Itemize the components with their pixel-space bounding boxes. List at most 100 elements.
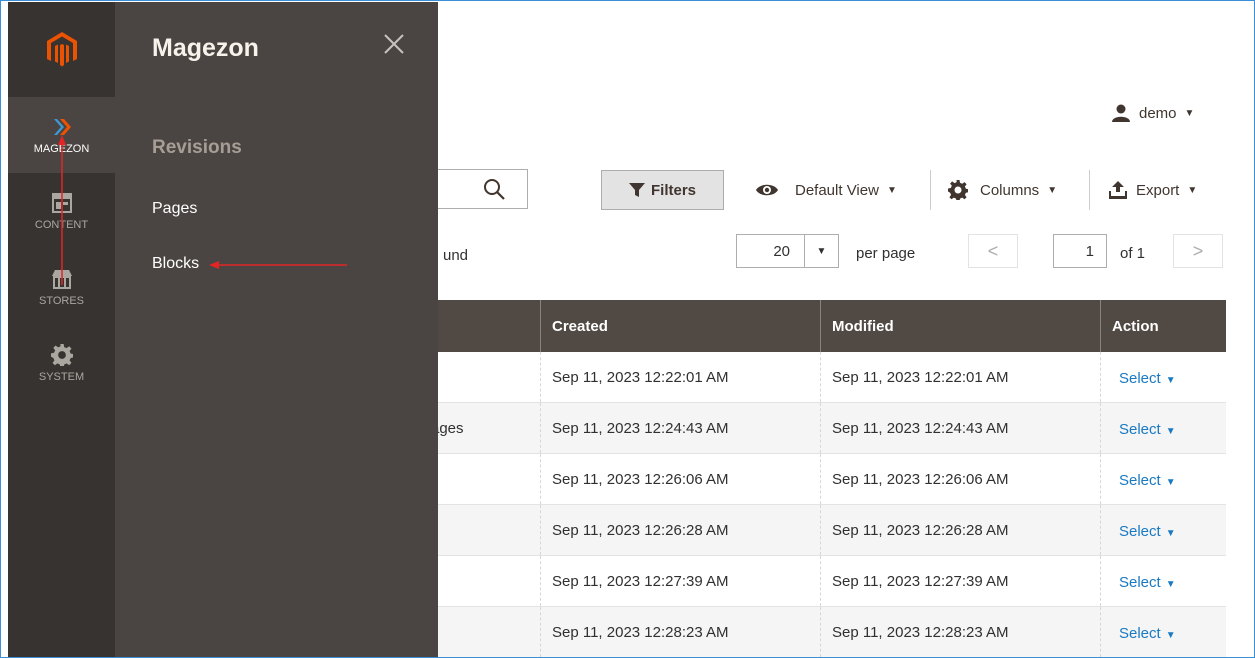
modified-cell: Sep 11, 2023 12:24:43 AM bbox=[821, 403, 1101, 453]
columns-label: Columns bbox=[980, 181, 1040, 199]
modified-cell: Sep 11, 2023 12:27:39 AM bbox=[821, 556, 1101, 606]
submenu-link-pages[interactable]: Pages bbox=[152, 200, 197, 218]
nav-item-label: MAGEZON bbox=[33, 142, 90, 155]
select-label: Select bbox=[1119, 574, 1161, 591]
stores-icon bbox=[51, 269, 72, 289]
filters-button[interactable]: Filters bbox=[601, 170, 724, 210]
table-cell bbox=[431, 505, 541, 555]
next-page-button[interactable]: > bbox=[1173, 234, 1223, 268]
chevron-down-icon[interactable]: ▼ bbox=[805, 235, 838, 267]
previous-page-button[interactable]: < bbox=[968, 234, 1018, 268]
select-action-link[interactable]: Select ▼ bbox=[1119, 523, 1176, 540]
table-cell bbox=[431, 352, 541, 402]
chevron-down-icon: ▼ bbox=[1165, 375, 1176, 386]
table-cell bbox=[431, 556, 541, 606]
select-label: Select bbox=[1119, 370, 1161, 387]
table-cell: ages bbox=[431, 403, 541, 453]
nav-item-magezon[interactable]: MAGEZON bbox=[8, 97, 115, 173]
select-action-link[interactable]: Select ▼ bbox=[1119, 472, 1176, 489]
modified-cell: Sep 11, 2023 12:26:06 AM bbox=[821, 454, 1101, 504]
created-cell: Sep 11, 2023 12:22:01 AM bbox=[541, 352, 821, 402]
table-row: Sep 11, 2023 12:28:23 AM Sep 11, 2023 12… bbox=[431, 607, 1226, 657]
search-input[interactable] bbox=[426, 169, 528, 209]
close-icon[interactable] bbox=[382, 32, 406, 56]
chevron-down-icon: ▼ bbox=[1165, 528, 1176, 539]
toolbar-divider bbox=[1089, 170, 1090, 210]
chevron-down-icon: ▼ bbox=[1165, 477, 1176, 488]
modified-cell: Sep 11, 2023 12:26:28 AM bbox=[821, 505, 1101, 555]
action-cell: Select ▼ bbox=[1101, 607, 1226, 657]
select-label: Select bbox=[1119, 472, 1161, 489]
select-action-link[interactable]: Select ▼ bbox=[1119, 421, 1176, 438]
filters-label: Filters bbox=[650, 181, 696, 199]
action-cell: Select ▼ bbox=[1101, 352, 1226, 402]
submenu-section-revisions: Revisions bbox=[152, 137, 242, 158]
nav-item-stores[interactable]: STORES bbox=[8, 249, 115, 325]
eye-icon bbox=[756, 184, 778, 196]
action-cell: Select ▼ bbox=[1101, 505, 1226, 555]
chevron-down-icon: ▼ bbox=[1165, 579, 1176, 590]
submenu-link-blocks[interactable]: Blocks bbox=[152, 255, 199, 273]
column-header[interactable] bbox=[431, 300, 541, 352]
chevron-right-icon: > bbox=[1192, 240, 1204, 261]
created-cell: Sep 11, 2023 12:24:43 AM bbox=[541, 403, 821, 453]
chevron-down-icon: ▼ bbox=[886, 184, 897, 196]
table-row: Sep 11, 2023 12:22:01 AM Sep 11, 2023 12… bbox=[431, 352, 1226, 403]
export-dropdown[interactable]: Export ▼ bbox=[1108, 170, 1197, 210]
created-cell: Sep 11, 2023 12:27:39 AM bbox=[541, 556, 821, 606]
column-header-created[interactable]: Created bbox=[541, 300, 821, 352]
chevron-down-icon: ▼ bbox=[1187, 184, 1198, 196]
columns-dropdown[interactable]: Columns ▼ bbox=[948, 170, 1057, 210]
action-cell: Select ▼ bbox=[1101, 556, 1226, 606]
action-cell: Select ▼ bbox=[1101, 403, 1226, 453]
gear-icon bbox=[948, 180, 968, 200]
select-action-link[interactable]: Select ▼ bbox=[1119, 574, 1176, 591]
funnel-icon bbox=[628, 183, 645, 197]
per-page-label: per page bbox=[856, 245, 916, 262]
gear-icon bbox=[50, 343, 73, 366]
select-label: Select bbox=[1119, 421, 1161, 438]
table-row: Sep 11, 2023 12:26:06 AM Sep 11, 2023 12… bbox=[431, 454, 1226, 505]
created-cell: Sep 11, 2023 12:26:06 AM bbox=[541, 454, 821, 504]
default-view-dropdown[interactable]: Default View ▼ bbox=[755, 170, 897, 210]
search-icon[interactable] bbox=[483, 178, 505, 200]
select-action-link[interactable]: Select ▼ bbox=[1119, 370, 1176, 387]
nav-item-content[interactable]: CONTENT bbox=[8, 173, 115, 249]
magezon-submenu: Magezon Revisions Pages Blocks bbox=[115, 2, 438, 657]
export-icon bbox=[1109, 181, 1127, 199]
chevron-down-icon: ▼ bbox=[1047, 184, 1058, 196]
content-icon bbox=[51, 192, 72, 213]
table-cell bbox=[431, 607, 541, 657]
modified-cell: Sep 11, 2023 12:22:01 AM bbox=[821, 352, 1101, 402]
submenu-title: Magezon bbox=[152, 34, 259, 62]
user-icon bbox=[1112, 104, 1130, 122]
admin-sidebar: MAGEZON CONTENT STORES SYSTEM bbox=[8, 2, 115, 657]
select-label: Select bbox=[1119, 625, 1161, 642]
per-page-select[interactable]: 20 ▼ bbox=[736, 234, 839, 268]
per-page-value: 20 bbox=[737, 235, 805, 267]
current-page-input[interactable]: 1 bbox=[1053, 234, 1107, 268]
magento-logo-icon bbox=[46, 31, 77, 66]
chevron-down-icon: ▼ bbox=[1165, 630, 1176, 641]
records-found-text: und bbox=[443, 247, 469, 264]
column-header-action: Action bbox=[1112, 317, 1159, 335]
nav-item-label: CONTENT bbox=[34, 218, 89, 231]
chevron-left-icon: < bbox=[987, 240, 999, 261]
created-cell: Sep 11, 2023 12:28:23 AM bbox=[541, 607, 821, 657]
magento-logo[interactable] bbox=[8, 2, 115, 97]
default-view-label: Default View bbox=[795, 181, 879, 199]
revisions-grid: Created Modified Action Sep 11, 2023 12:… bbox=[431, 300, 1226, 657]
column-header-modified[interactable]: Modified bbox=[821, 300, 1101, 352]
screenshot-frame: demo ▼ Filters Default View ▼ Columns ▼ bbox=[0, 0, 1255, 658]
select-action-link[interactable]: Select ▼ bbox=[1119, 625, 1176, 642]
table-cell bbox=[431, 454, 541, 504]
nav-item-label: SYSTEM bbox=[38, 370, 85, 383]
action-cell: Select ▼ bbox=[1101, 454, 1226, 504]
modified-cell: Sep 11, 2023 12:28:23 AM bbox=[821, 607, 1101, 657]
table-row: Sep 11, 2023 12:27:39 AM Sep 11, 2023 12… bbox=[431, 556, 1226, 607]
table-row: ages Sep 11, 2023 12:24:43 AM Sep 11, 20… bbox=[431, 403, 1226, 454]
nav-item-system[interactable]: SYSTEM bbox=[8, 325, 115, 401]
grid-header-row: Created Modified Action bbox=[431, 300, 1226, 352]
user-menu[interactable]: demo ▼ bbox=[1111, 104, 1194, 122]
magezon-icon bbox=[53, 118, 71, 135]
